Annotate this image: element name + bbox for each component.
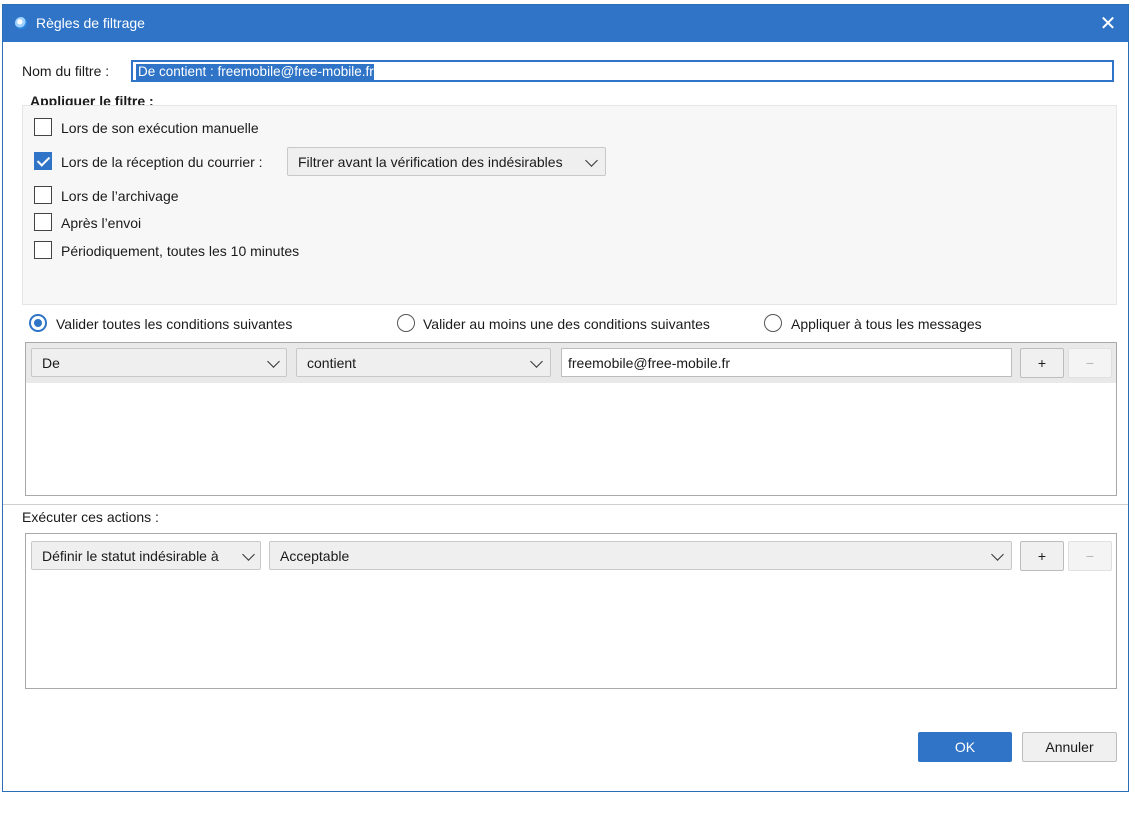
chevron-down-icon — [991, 548, 1004, 561]
actions-list: Définir le statut indésirable à Acceptab… — [25, 533, 1117, 689]
remove-condition-button[interactable]: − — [1068, 348, 1112, 378]
add-condition-button[interactable]: + — [1020, 348, 1064, 378]
match-all-label: Valider toutes les conditions suivantes — [56, 316, 293, 332]
reception-timing-dropdown[interactable]: Filtrer avant la vérification des indési… — [287, 147, 606, 176]
manual-run-checkbox[interactable] — [34, 118, 52, 136]
chevron-down-icon — [242, 548, 255, 561]
actions-heading: Exécuter ces actions : — [22, 509, 159, 525]
condition-field-dropdown[interactable]: De — [31, 348, 287, 377]
conditions-list: De contient freemobile@free-mobile.fr + … — [25, 342, 1117, 496]
action-value-dropdown[interactable]: Acceptable — [269, 541, 1012, 570]
after-send-label: Après l’envoi — [61, 215, 142, 231]
match-all-radio[interactable] — [29, 314, 47, 332]
window-title: Règles de filtrage — [36, 15, 145, 31]
condition-row: De contient freemobile@free-mobile.fr + … — [26, 343, 1116, 383]
match-all-messages-radio[interactable] — [764, 314, 782, 332]
condition-operator-dropdown[interactable]: contient — [296, 348, 551, 377]
thunderbird-app-icon — [15, 17, 27, 29]
remove-action-button[interactable]: − — [1068, 541, 1112, 571]
add-action-button[interactable]: + — [1020, 541, 1064, 571]
condition-operator-value: contient — [307, 355, 357, 371]
action-type-value: Définir le statut indésirable à — [42, 548, 219, 564]
after-send-checkbox[interactable] — [34, 213, 52, 231]
condition-value-input[interactable]: freemobile@free-mobile.fr — [561, 348, 1012, 377]
match-any-radio[interactable] — [397, 314, 415, 332]
condition-value-text: freemobile@free-mobile.fr — [568, 355, 731, 371]
match-any-label: Valider au moins une des conditions suiv… — [423, 316, 710, 332]
action-value-text: Acceptable — [280, 548, 350, 564]
filter-name-label: Nom du filtre : — [22, 63, 110, 79]
match-all-messages-label: Appliquer à tous les messages — [791, 316, 982, 332]
manual-run-label: Lors de son exécution manuelle — [61, 120, 259, 136]
action-type-dropdown[interactable]: Définir le statut indésirable à — [31, 541, 261, 570]
title-bar: Règles de filtrage ✕ — [3, 5, 1128, 42]
periodic-label: Périodiquement, toutes les 10 minutes — [61, 243, 300, 259]
on-archive-checkbox[interactable] — [34, 186, 52, 204]
condition-field-value: De — [42, 355, 60, 371]
chevron-down-icon — [530, 355, 543, 368]
filter-name-value: De contient : freemobile@free-mobile.fr — [136, 64, 374, 80]
ok-button[interactable]: OK — [918, 732, 1012, 762]
cancel-button[interactable]: Annuler — [1022, 732, 1117, 762]
chevron-down-icon — [267, 355, 280, 368]
on-mail-receive-label: Lors de la réception du courrier : — [61, 154, 263, 170]
filter-name-input[interactable]: De contient : freemobile@free-mobile.fr — [131, 60, 1114, 82]
section-divider — [3, 504, 1128, 505]
periodic-checkbox[interactable] — [34, 241, 52, 259]
on-archive-label: Lors de l’archivage — [61, 188, 179, 204]
close-icon[interactable]: ✕ — [1094, 10, 1122, 38]
filter-rules-dialog: Règles de filtrage ✕ Nom du filtre : De … — [2, 4, 1129, 792]
on-mail-receive-checkbox[interactable] — [34, 152, 52, 170]
reception-timing-value: Filtrer avant la vérification des indési… — [298, 154, 563, 170]
chevron-down-icon — [585, 154, 598, 167]
